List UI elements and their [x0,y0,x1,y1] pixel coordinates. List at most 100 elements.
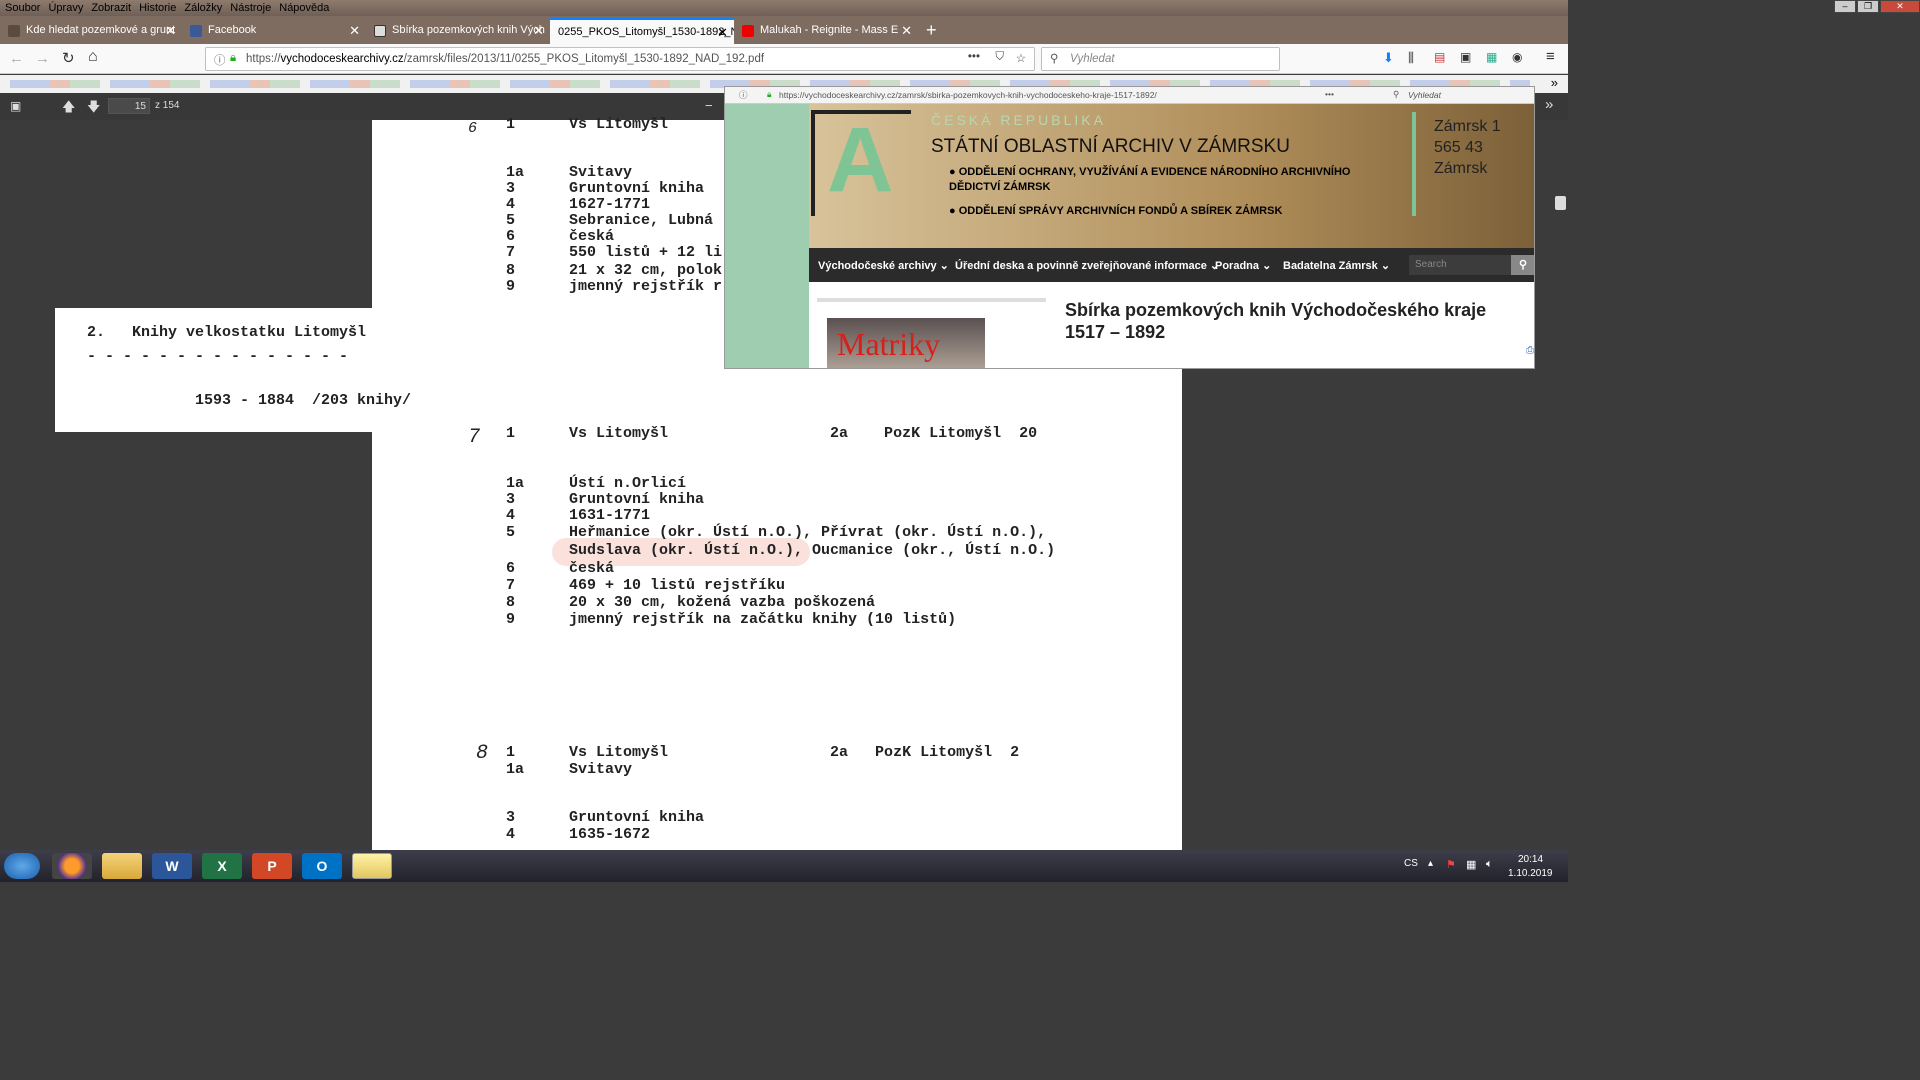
reload-icon[interactable]: ↻ [62,49,75,67]
search-icon: ⚲ [1393,89,1400,99]
website-overlay: ⓘ 🔒︎ https://vychodoceskearchivy.cz/zamr… [724,86,1535,369]
extension-icon[interactable]: ▦ [1486,50,1497,64]
flag-icon[interactable]: ⚑ [1446,858,1456,871]
library-icon[interactable]: ⫼ [1408,50,1414,66]
menu-nastroje[interactable]: Nástroje [226,1,275,15]
close-tab-icon[interactable]: ✕ [165,23,176,39]
doc-line: 3 Gruntovní kniha [506,491,705,508]
doc-line: 9 jmenný rejstřík r [506,278,723,295]
tab-sbirka[interactable]: Sbírka pozemkových knih Vých ✕ [366,18,550,44]
doc-line: Sudslava (okr. Ústí n.O.), Oucmanice (ok… [506,542,1056,559]
outlook-icon[interactable]: O [302,853,342,879]
menu-icon[interactable]: ≡ [1546,48,1555,65]
firefox-icon[interactable] [52,853,92,879]
language-indicator[interactable]: CS [1404,858,1418,869]
back-icon[interactable]: ← [9,50,24,67]
search-icon[interactable]: ⚲ [1511,255,1534,275]
close-tab-icon[interactable]: ✕ [349,23,360,39]
home-icon[interactable]: ⌂ [88,48,98,66]
doc-line: 8 21 x 32 cm, polok [506,262,723,279]
window-controls: – ❐ ✕ [1833,0,1920,14]
next-page-icon[interactable]: 🡇 [87,98,100,120]
scrollbar[interactable] [1553,120,1568,850]
close-tab-icon[interactable]: ✕ [533,23,544,39]
tab-label: Kde hledat pozemkové a grunt [26,24,176,36]
tray-arrow-icon[interactable]: ▴ [1428,858,1433,869]
search-placeholder: Vyhledat [1070,53,1115,65]
tab-facebook[interactable]: Facebook ✕ [182,18,366,44]
network-icon[interactable]: ▦ [1466,858,1476,871]
page-number-input[interactable]: 15 [108,98,150,114]
doc-line: 4 1635-1672 [506,826,651,843]
thumbnail-label: Matriky [837,326,941,362]
menu-zobrazit[interactable]: Zobrazit [87,1,135,15]
site-nav: Východočeské archivy ⌄ Úřední deska a po… [809,248,1534,282]
close-tab-icon[interactable]: ✕ [901,23,912,39]
maximize-button[interactable]: ❐ [1857,0,1879,13]
doc-line: 4 1627-1771 [506,196,651,213]
sidebar-toggle-icon[interactable]: ▣ [10,99,21,113]
download-icon[interactable]: ⬇ [1383,50,1394,66]
site-search-input[interactable]: Search [1409,255,1513,275]
tab-kde-hledat[interactable]: Kde hledat pozemkové a grunt ✕ [0,18,182,44]
prev-page-icon[interactable]: 🡅 [62,98,75,120]
department-2: ● ODDĚLENÍ SPRÁVY ARCHIVNÍCH FONDŮ A SBÍ… [949,205,1283,217]
sticky-notes-icon[interactable] [352,853,392,879]
doc-line: 1a Ústí n.Orlicí [506,475,687,492]
more-icon[interactable]: ••• [968,51,980,63]
doc-line: 8 20 x 30 cm, kožená vazba poškozená [506,594,876,611]
lock-icon: 🔒︎ [230,52,237,64]
entry-mark: 7 [468,426,481,449]
pdf-icon[interactable]: ▤ [1434,50,1445,64]
url-bar[interactable]: ⓘ 🔒︎ https://vychodoceskearchivy.cz/zamr… [205,47,1035,71]
nav-uredni-deska[interactable]: Úřední deska a povinně zveřejňované info… [955,259,1219,272]
scrollbar-thumb[interactable] [1555,196,1566,210]
matriky-thumbnail[interactable]: Matriky [827,318,985,368]
info-icon[interactable]: ⓘ [214,52,226,68]
search-input[interactable]: ⚲ Vyhledat [1041,47,1280,71]
forward-icon[interactable]: → [35,50,50,67]
clock-date[interactable]: 1.10.2019 [1508,868,1553,879]
facebook-icon [190,25,202,37]
menu-historie[interactable]: Historie [135,1,180,15]
tab-label: Sbírka pozemkových knih Vých [392,24,545,36]
snippet-title: 2. Knihy velkostatku Litomyšl [87,324,367,341]
menu-zalozky[interactable]: Záložky [180,1,226,15]
chevron-right-icon[interactable]: » [1551,75,1558,90]
menu-napoveda[interactable]: Nápověda [275,1,333,15]
minimize-button[interactable]: – [1834,0,1856,13]
explorer-icon[interactable] [102,853,142,879]
youtube-icon [742,25,754,37]
zoom-out-icon[interactable]: − [705,98,713,113]
snippet-range: 1593 - 1884 /203 knihy/ [195,392,412,409]
star-icon[interactable]: ☆ [1016,51,1026,65]
nav-poradna[interactable]: Poradna ⌄ [1215,259,1271,272]
doc-line: 1 Vs Litomyšl 2a PozK Litomyšl 2 [506,744,1020,761]
pocket-icon[interactable]: ⛉ [995,51,1004,64]
snippet-overlay: 2. Knihy velkostatku Litomyšl - - - - - … [55,308,411,432]
print-icon[interactable]: ⎙ [1526,345,1534,356]
menu-soubor[interactable]: Soubor [0,1,44,15]
tab-pdf-active[interactable]: 0255_PKOS_Litomyšl_1530-1892_N ✕ [550,18,734,44]
doc-line: 1 Vs Litomyšl 2a PozK Litomyšl 20 [506,425,1038,442]
new-tab-button[interactable]: + [918,18,948,44]
tools-chevron-icon[interactable]: » [1545,96,1553,113]
start-button[interactable] [4,853,40,879]
site-url[interactable]: https://vychodoceskearchivy.cz/zamrsk/sb… [779,90,1157,100]
sidebar-icon[interactable]: ▣ [1460,50,1471,64]
account-icon[interactable]: ◉ [1512,50,1522,64]
menu-upravy[interactable]: Úpravy [44,1,87,15]
clock-time[interactable]: 20:14 [1518,854,1543,865]
tab-malukah[interactable]: Malukah - Reignite - Mass E ✕ [734,18,918,44]
close-window-button[interactable]: ✕ [1880,0,1920,13]
word-icon[interactable]: W [152,853,192,879]
url-domain: vychodoceskearchivy.cz [280,53,404,65]
doc-line: 6 česká [506,560,615,577]
nav-badatelna[interactable]: Badatelna Zámrsk ⌄ [1283,259,1390,272]
close-tab-icon[interactable]: ✕ [717,25,728,41]
search-icon: ⚲ [1050,53,1059,65]
volume-icon[interactable]: 🔈︎ [1486,858,1493,871]
powerpoint-icon[interactable]: P [252,853,292,879]
nav-vychodoceske-archivy[interactable]: Východočeské archivy ⌄ [818,259,949,272]
excel-icon[interactable]: X [202,853,242,879]
